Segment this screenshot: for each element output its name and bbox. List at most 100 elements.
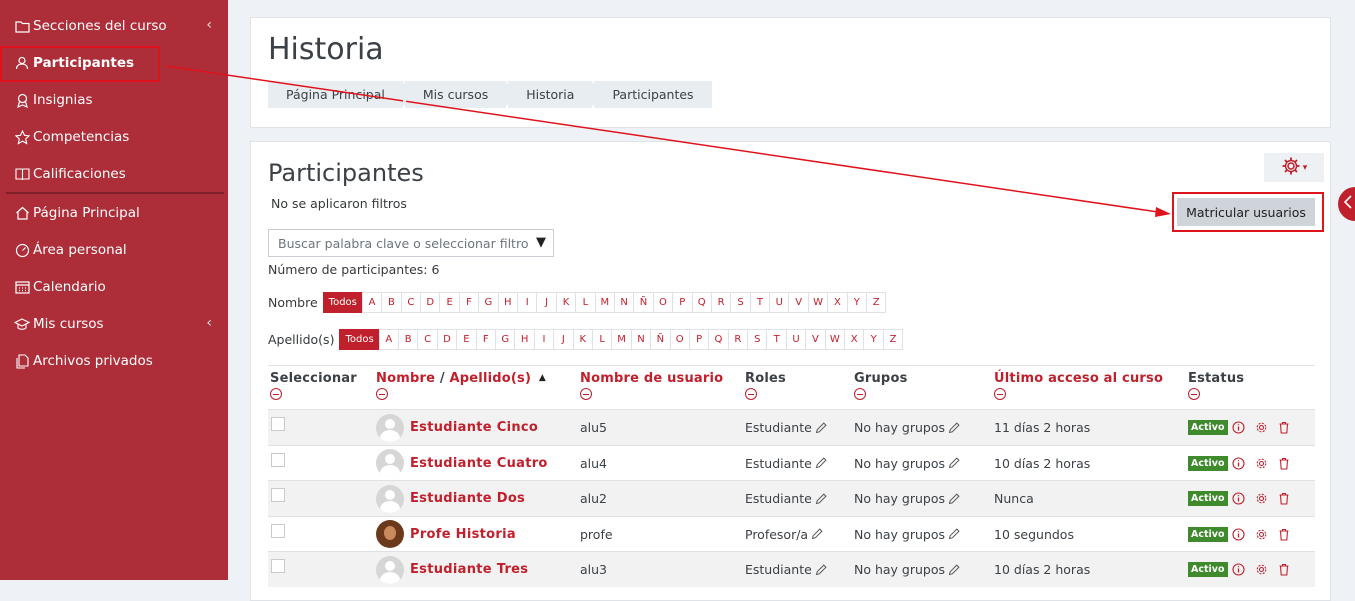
surname-letter-button[interactable]: H bbox=[514, 329, 535, 350]
collapse-column-icon[interactable] bbox=[994, 388, 1006, 400]
breadcrumb-item-mis-cursos[interactable]: Mis cursos bbox=[404, 81, 514, 108]
surname-letter-button[interactable]: D bbox=[436, 329, 458, 350]
trash-icon[interactable] bbox=[1278, 492, 1290, 505]
dropdown-caret-icon[interactable]: ▼ bbox=[536, 235, 546, 250]
gear-icon[interactable] bbox=[1255, 528, 1268, 541]
surname-letter-button[interactable]: V bbox=[805, 329, 826, 350]
edit-groups-pencil-icon[interactable] bbox=[948, 457, 960, 469]
collapse-column-icon[interactable] bbox=[745, 388, 757, 400]
surname-letter-button[interactable]: E bbox=[456, 329, 477, 350]
first-name-letter-button[interactable]: B bbox=[381, 292, 402, 313]
column-header-username[interactable]: Nombre de usuario bbox=[580, 371, 723, 400]
first-name-letter-button[interactable]: M bbox=[594, 292, 615, 313]
sort-by-first-name-link[interactable]: Nombre bbox=[376, 371, 435, 386]
first-name-letter-button[interactable]: H bbox=[497, 292, 518, 313]
collapse-column-icon[interactable] bbox=[1188, 388, 1200, 400]
settings-menu-button[interactable]: ▾ bbox=[1264, 153, 1324, 182]
info-icon[interactable] bbox=[1231, 563, 1245, 576]
edit-role-pencil-icon[interactable] bbox=[815, 421, 827, 434]
surname-letter-button[interactable]: B bbox=[398, 329, 419, 350]
info-icon[interactable] bbox=[1231, 527, 1245, 541]
surname-letter-button[interactable]: U bbox=[785, 329, 807, 350]
participant-name-link[interactable]: Profe Historia bbox=[410, 527, 516, 542]
first-name-letter-button[interactable]: G bbox=[478, 292, 499, 313]
surname-letter-button[interactable]: G bbox=[495, 329, 516, 350]
surname-letter-button[interactable]: Ñ bbox=[650, 329, 671, 350]
sidebar-item-area-personal[interactable]: Área personal bbox=[0, 235, 228, 265]
search-input[interactable]: Buscar palabra clave o seleccionar filtr… bbox=[268, 229, 554, 257]
gear-icon[interactable] bbox=[1255, 421, 1268, 434]
first-name-letter-button[interactable]: I bbox=[517, 292, 538, 313]
row-select-checkbox[interactable] bbox=[271, 488, 285, 502]
info-icon[interactable] bbox=[1231, 492, 1245, 505]
surname-letter-button[interactable]: Q bbox=[708, 329, 729, 350]
gear-icon[interactable] bbox=[1255, 563, 1268, 576]
surname-letter-button[interactable]: Z bbox=[882, 329, 904, 350]
first-name-letter-button[interactable]: K bbox=[555, 292, 577, 313]
first-name-letter-button[interactable]: R bbox=[710, 292, 732, 313]
participant-name-link[interactable]: Estudiante Cinco bbox=[410, 420, 538, 435]
participant-name-link[interactable]: Estudiante Dos bbox=[410, 491, 525, 506]
edit-groups-pencil-icon[interactable] bbox=[948, 563, 960, 576]
info-icon[interactable] bbox=[1231, 456, 1245, 470]
first-name-letter-button[interactable]: C bbox=[400, 292, 422, 313]
first-name-letter-button[interactable]: X bbox=[827, 292, 848, 313]
edit-groups-pencil-icon[interactable] bbox=[948, 492, 960, 505]
trash-icon[interactable] bbox=[1278, 421, 1290, 434]
surname-letter-button[interactable]: X bbox=[844, 329, 865, 350]
edit-role-pencil-icon[interactable] bbox=[811, 528, 823, 540]
breadcrumb-item-home[interactable]: Página Principal bbox=[268, 81, 410, 108]
first-name-letter-button[interactable]: E bbox=[439, 292, 460, 313]
sidebar-item-archivos-privados[interactable]: Archivos privados bbox=[0, 346, 228, 376]
surname-all-button[interactable]: Todos bbox=[339, 329, 380, 350]
edit-groups-pencil-icon[interactable] bbox=[948, 421, 960, 434]
edit-role-pencil-icon[interactable] bbox=[815, 563, 827, 576]
sidebar-item-secciones[interactable]: Secciones del curso ‹ bbox=[0, 11, 228, 41]
collapse-column-icon[interactable] bbox=[376, 388, 388, 400]
sidebar-item-mis-cursos[interactable]: Mis cursos ‹ bbox=[0, 309, 228, 339]
collapse-column-icon[interactable] bbox=[580, 388, 592, 400]
first-name-letter-button[interactable]: A bbox=[361, 292, 383, 313]
surname-letter-button[interactable]: O bbox=[669, 329, 690, 350]
first-name-letter-button[interactable]: U bbox=[769, 292, 790, 313]
participant-name-link[interactable]: Estudiante Tres bbox=[410, 562, 528, 577]
sidebar-item-calendario[interactable]: Calendario bbox=[0, 272, 228, 302]
row-select-checkbox[interactable] bbox=[271, 523, 285, 538]
surname-letter-button[interactable]: C bbox=[417, 329, 438, 350]
first-name-letter-button[interactable]: N bbox=[613, 292, 635, 313]
first-name-letter-button[interactable]: O bbox=[652, 292, 674, 313]
trash-icon[interactable] bbox=[1278, 457, 1290, 470]
surname-letter-button[interactable]: F bbox=[475, 329, 496, 350]
first-name-letter-button[interactable]: Ñ bbox=[633, 292, 654, 313]
surname-letter-button[interactable]: I bbox=[533, 329, 555, 350]
chevron-left-icon[interactable]: ‹ bbox=[206, 315, 212, 331]
participant-name-link[interactable]: Estudiante Cuatro bbox=[410, 456, 548, 471]
trash-icon[interactable] bbox=[1278, 528, 1290, 541]
surname-letter-button[interactable]: W bbox=[824, 329, 846, 350]
row-select-checkbox[interactable] bbox=[271, 452, 285, 467]
first-name-letter-button[interactable]: V bbox=[788, 292, 809, 313]
sort-by-surname-link[interactable]: Apellido(s) bbox=[450, 371, 532, 386]
collapse-column-icon[interactable] bbox=[270, 388, 282, 400]
drawer-toggle[interactable] bbox=[1338, 187, 1355, 221]
row-select-checkbox[interactable] bbox=[271, 417, 285, 431]
first-name-letter-button[interactable]: P bbox=[672, 292, 693, 313]
first-name-letter-button[interactable]: L bbox=[575, 292, 596, 313]
edit-groups-pencil-icon[interactable] bbox=[948, 528, 960, 540]
trash-icon[interactable] bbox=[1278, 563, 1290, 576]
first-name-all-button[interactable]: Todos bbox=[322, 292, 363, 313]
first-name-letter-button[interactable]: Y bbox=[846, 292, 868, 313]
gear-icon[interactable] bbox=[1255, 492, 1268, 505]
column-header-last-access[interactable]: Último acceso al curso bbox=[994, 371, 1163, 400]
breadcrumb-item-historia[interactable]: Historia bbox=[508, 81, 600, 108]
breadcrumb-item-participantes[interactable]: Participantes bbox=[594, 81, 712, 108]
gear-icon[interactable] bbox=[1255, 457, 1268, 470]
surname-letter-button[interactable]: K bbox=[572, 329, 593, 350]
surname-letter-button[interactable]: N bbox=[630, 329, 652, 350]
surname-letter-button[interactable]: J bbox=[553, 329, 574, 350]
first-name-letter-button[interactable]: T bbox=[749, 292, 771, 313]
first-name-letter-button[interactable]: Q bbox=[691, 292, 712, 313]
first-name-letter-button[interactable]: J bbox=[536, 292, 557, 313]
first-name-letter-button[interactable]: D bbox=[420, 292, 441, 313]
first-name-letter-button[interactable]: Z bbox=[866, 292, 887, 313]
